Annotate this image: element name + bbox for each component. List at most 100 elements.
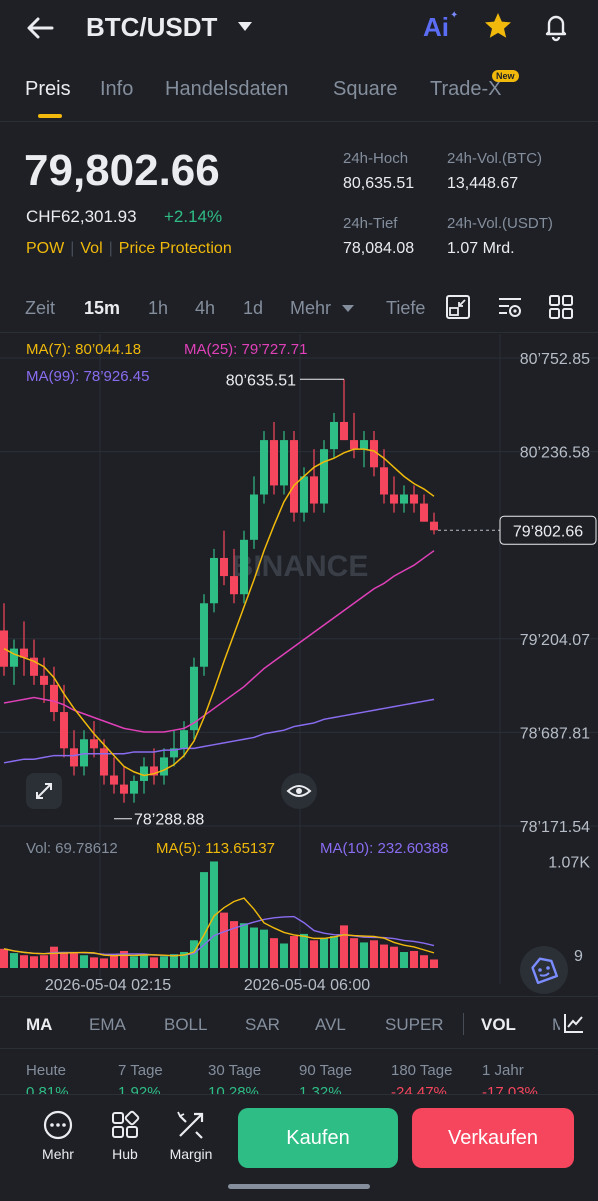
vol-btc-value: 13,448.67 (447, 175, 519, 192)
hub-button[interactable]: Hub (98, 1108, 152, 1162)
high-label: 24h-Hoch (343, 150, 409, 167)
interval-1d[interactable]: 1d (243, 298, 263, 319)
perf-label-7d: 7 Tage (118, 1062, 163, 1079)
perf-label-30d: 30 Tage (208, 1062, 262, 1079)
time-axis-label: 2026-05-04 06:00 (244, 977, 370, 994)
tag-pow[interactable]: POW (26, 240, 64, 257)
indicator-vol[interactable]: VOL (481, 1015, 516, 1035)
volume-bar (30, 956, 38, 968)
candle-body (270, 440, 278, 486)
expand-chart-button[interactable] (26, 773, 62, 809)
home-indicator (228, 1184, 370, 1189)
top-bar: BTC/USDT Ai ✦ (0, 0, 598, 56)
volume-bar (410, 950, 418, 968)
tag-vol[interactable]: Vol (80, 240, 102, 257)
candle-body (390, 494, 398, 504)
volume-bar (240, 923, 248, 968)
price-change: +2.14% (164, 207, 223, 226)
more-button[interactable]: Mehr (31, 1108, 85, 1162)
candle-body (350, 440, 358, 450)
candle-body (40, 675, 48, 685)
fiat-price: CHF62,301.93 (26, 207, 137, 226)
candle-body (200, 603, 208, 667)
tag-price-protection[interactable]: Price Protection (119, 240, 232, 257)
visibility-toggle-button[interactable] (281, 773, 317, 809)
candle-body (180, 730, 188, 749)
eye-icon (286, 785, 312, 797)
candle-body (320, 449, 328, 504)
price-axis-label: 80’752.85 (520, 351, 590, 368)
expand-icon (36, 783, 52, 799)
hub-grid-icon (112, 1110, 140, 1138)
candle-body (230, 576, 238, 595)
candle-body (220, 557, 228, 577)
divider (0, 1048, 598, 1049)
indicator-super[interactable]: SUPER (385, 1015, 444, 1035)
volume-axis-label: 1.07K (548, 854, 590, 871)
candle-body (0, 630, 8, 667)
ma99-legend: MA(99): 78’926.45 (26, 368, 150, 385)
back-arrow-icon[interactable] (22, 12, 58, 44)
interval-1h[interactable]: 1h (148, 298, 168, 319)
buy-button[interactable]: Kaufen (238, 1108, 398, 1168)
price-axis-label: 78’687.81 (520, 725, 590, 742)
bell-icon[interactable] (540, 10, 572, 42)
volume-bar (60, 952, 68, 968)
volume-bar (280, 943, 288, 968)
tab-trade-x[interactable]: Trade-X (430, 78, 502, 101)
volume-bar (130, 956, 138, 968)
indicator-m[interactable]: M (552, 1015, 560, 1035)
interval-4h[interactable]: 4h (195, 298, 215, 319)
low-marker-label: 78’288.88 (134, 812, 204, 829)
candle-body (250, 494, 258, 540)
fullscreen-chart-icon[interactable] (445, 294, 471, 320)
volume-bar (320, 938, 328, 968)
ai-icon[interactable]: Ai (423, 12, 449, 43)
candle-body (100, 748, 108, 776)
interval-zeit[interactable]: Zeit (25, 298, 55, 319)
indicator-ma[interactable]: MA (26, 1015, 52, 1035)
indicator-ema[interactable]: EMA (89, 1015, 126, 1035)
grid-layout-icon[interactable] (548, 294, 574, 320)
volume-bar (270, 938, 278, 968)
perf-label-today: Heute (26, 1062, 67, 1079)
indicator-sar[interactable]: SAR (245, 1015, 280, 1035)
candlestick-chart[interactable]: BINANCE 80’752.85 80’236.58 79’204.07 78’687… (0, 334, 598, 994)
volume-bar (290, 936, 298, 968)
interval-depth[interactable]: Tiefe (386, 298, 425, 319)
chevron-down-icon[interactable] (238, 22, 252, 31)
price-axis-label: 80’236.58 (520, 445, 590, 462)
star-icon[interactable] (482, 10, 514, 42)
indicator-avl[interactable]: AVL (315, 1015, 346, 1035)
volume-bar (340, 925, 348, 968)
vol-usdt-label: 24h-Vol.(USDT) (447, 215, 553, 232)
volume-bar (370, 940, 378, 968)
sell-button[interactable]: Verkaufen (412, 1108, 574, 1168)
last-price: 79,802.66 (24, 146, 220, 195)
candle-body (300, 476, 308, 513)
chart-settings-icon[interactable] (497, 294, 523, 320)
price-axis-label: 78’171.54 (520, 819, 590, 836)
interval-more[interactable]: Mehr (290, 298, 331, 319)
candle-body (310, 476, 318, 504)
volume-bar (430, 959, 438, 968)
pair-title[interactable]: BTC/USDT (86, 12, 217, 43)
margin-button[interactable]: Margin (164, 1108, 218, 1162)
tab-preis[interactable]: Preis (25, 78, 71, 101)
indicator-boll[interactable]: BOLL (164, 1015, 207, 1035)
volume-bar (0, 948, 8, 968)
tab-info[interactable]: Info (100, 78, 133, 101)
indicator-settings-icon[interactable] (562, 1011, 586, 1035)
perf-label-1y: 1 Jahr (482, 1062, 524, 1079)
vol-btc-label: 24h-Vol.(BTC) (447, 150, 543, 167)
tab-handelsdaten[interactable]: Handelsdaten (165, 78, 288, 101)
vol-ma5-legend: MA(5): 113.65137 (156, 840, 275, 857)
candle-body (50, 684, 58, 713)
assistant-button[interactable] (520, 946, 568, 994)
interval-15m[interactable]: 15m (84, 298, 120, 319)
more-caret-icon[interactable] (342, 305, 354, 312)
volume-bar (150, 957, 158, 968)
tab-square[interactable]: Square (333, 78, 398, 101)
volume-bar (400, 952, 408, 968)
volume-bar (360, 942, 368, 968)
